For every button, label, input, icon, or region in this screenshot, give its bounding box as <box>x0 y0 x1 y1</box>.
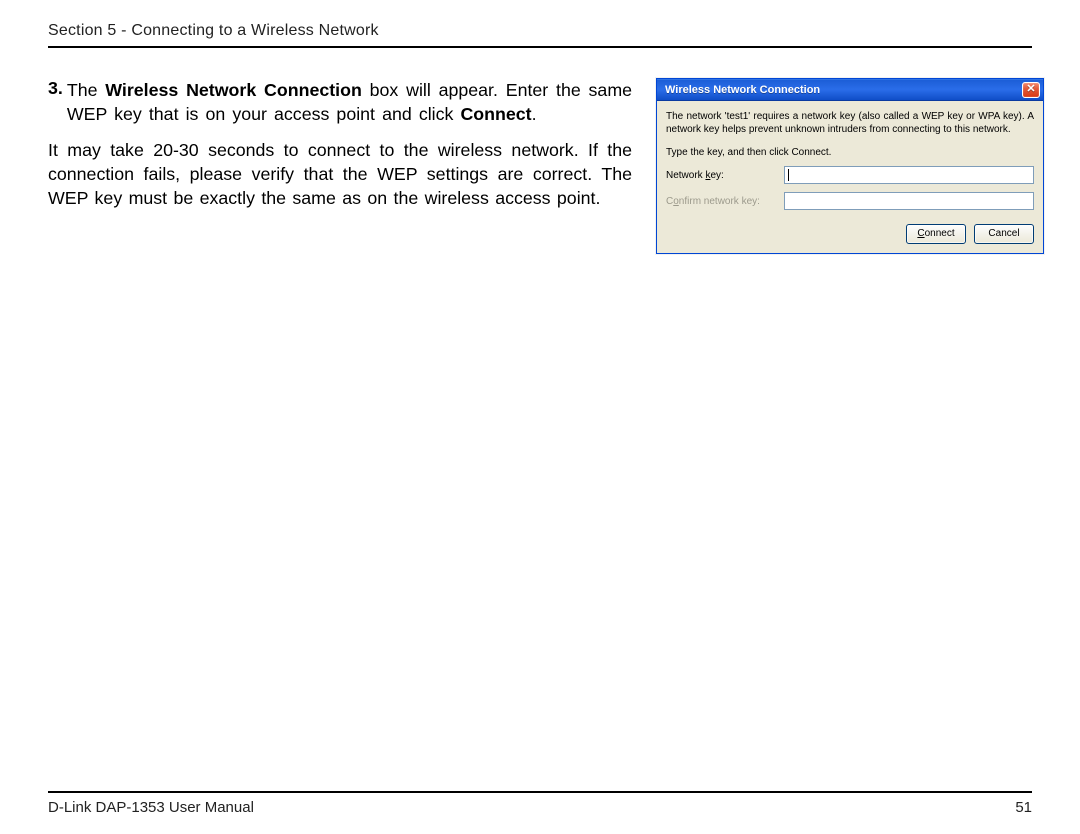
manual-title: D-Link DAP-1353 User Manual <box>48 799 254 816</box>
nk-label-pre: Network <box>666 170 705 181</box>
dialog-body: The network 'test1' requires a network k… <box>657 101 1043 253</box>
content-area: 3. The Wireless Network Connection box w… <box>48 48 1032 791</box>
page-number: 51 <box>1015 799 1032 816</box>
connect-button[interactable]: Connect <box>906 224 966 244</box>
wireless-dialog: Wireless Network Connection ✕ The networ… <box>656 78 1044 254</box>
section-header: Section 5 - Connecting to a Wireless Net… <box>48 22 1032 46</box>
dialog-buttons: Connect Cancel <box>666 224 1034 244</box>
screenshot-column: Wireless Network Connection ✕ The networ… <box>656 78 1046 791</box>
step-text-end: . <box>532 104 537 124</box>
dialog-titlebar[interactable]: Wireless Network Connection ✕ <box>657 79 1043 101</box>
dialog-description: The network 'test1' requires a network k… <box>666 110 1034 136</box>
network-key-row: Network key: <box>666 166 1034 184</box>
dialog-title: Wireless Network Connection <box>665 84 820 96</box>
dialog-instruction: Type the key, and then click Connect. <box>666 147 1034 158</box>
step-number: 3. <box>48 78 67 126</box>
step-text-bold-2: Connect <box>460 104 531 124</box>
step-text-bold-1: Wireless Network Connection <box>105 80 362 100</box>
cancel-button[interactable]: Cancel <box>974 224 1034 244</box>
step-text-pre: The <box>67 80 105 100</box>
instruction-column: 3. The Wireless Network Connection box w… <box>48 78 632 791</box>
ck-label-post: nfirm network key: <box>679 196 760 207</box>
network-key-input[interactable] <box>784 166 1034 184</box>
confirm-key-row: Confirm network key: <box>666 192 1034 210</box>
paragraph-note: It may take 20-30 seconds to connect to … <box>48 138 632 210</box>
nk-label-post: ey: <box>710 170 723 181</box>
connect-u: C <box>917 228 924 239</box>
step-text: The Wireless Network Connection box will… <box>67 78 632 126</box>
close-icon: ✕ <box>1026 84 1035 95</box>
confirm-key-label: Confirm network key: <box>666 196 784 207</box>
connect-post: onnect <box>925 228 955 239</box>
network-key-label: Network key: <box>666 170 784 181</box>
page-footer: D-Link DAP-1353 User Manual 51 <box>48 793 1032 816</box>
close-button[interactable]: ✕ <box>1022 82 1040 98</box>
confirm-key-input[interactable] <box>784 192 1034 210</box>
